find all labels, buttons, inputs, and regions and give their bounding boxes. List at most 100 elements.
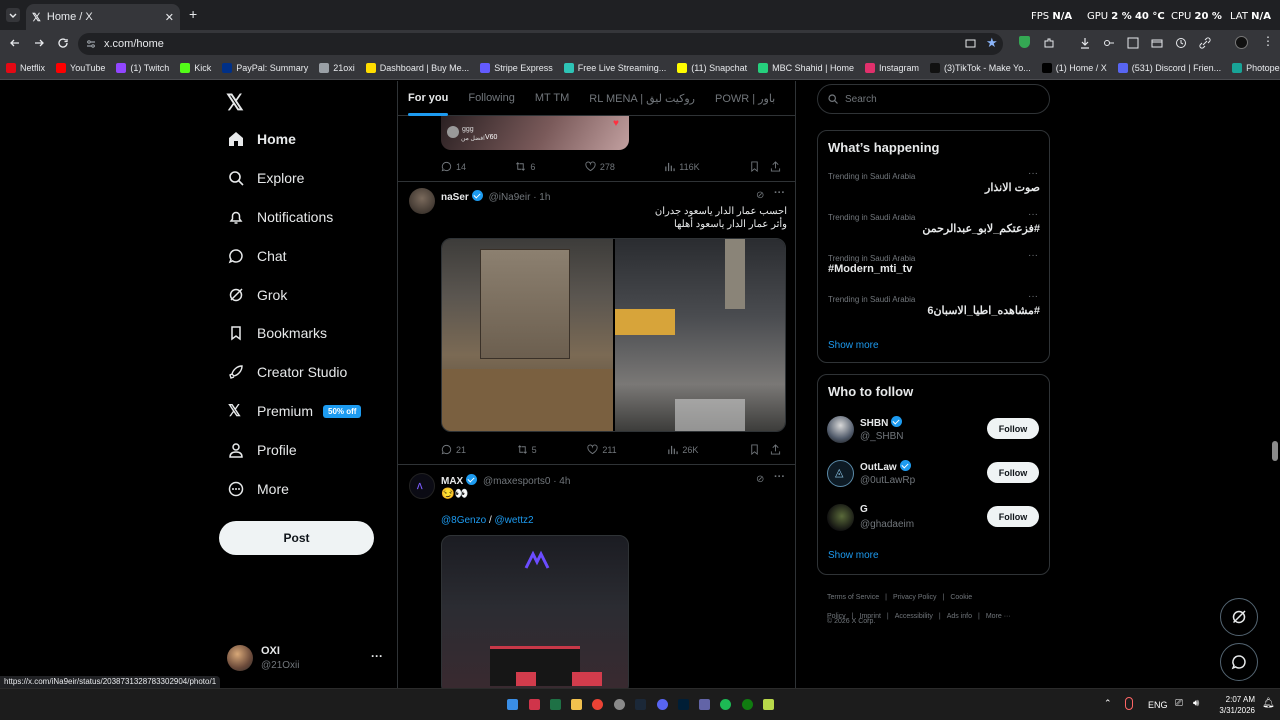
tray-chevron-icon[interactable]: ⌃ bbox=[1104, 698, 1112, 709]
xbox-icon[interactable] bbox=[742, 699, 753, 710]
tab-search-button[interactable] bbox=[6, 8, 20, 22]
post-image-left[interactable] bbox=[442, 239, 613, 431]
bookmark-star-icon[interactable]: ★ bbox=[986, 35, 998, 51]
nav-premium[interactable]: 𝕏 Premium 50% off bbox=[228, 399, 362, 423]
reload-icon[interactable] bbox=[57, 37, 69, 49]
nav-creator-studio[interactable]: Creator Studio bbox=[228, 360, 347, 384]
post-image-right[interactable] bbox=[615, 239, 785, 431]
account-switcher[interactable]: OXI @21Oxii ··· bbox=[227, 645, 389, 673]
bookmark-item[interactable]: YouTube bbox=[56, 62, 105, 73]
more-dots-icon[interactable]: ··· bbox=[371, 649, 383, 663]
grok-icon[interactable]: ⊘ bbox=[756, 190, 764, 201]
new-tab-icon[interactable]: + bbox=[189, 6, 197, 22]
app-icon[interactable] bbox=[529, 699, 540, 710]
post-author-handle[interactable]: @iNa9eir bbox=[489, 192, 531, 203]
photoshop-icon[interactable] bbox=[678, 699, 689, 710]
footer-link[interactable]: Terms of Service bbox=[827, 594, 879, 601]
like-button[interactable]: 278 bbox=[585, 161, 615, 172]
like-button[interactable]: 211 bbox=[587, 444, 617, 455]
url-bar[interactable]: x.com/home bbox=[78, 33, 1003, 55]
nav-explore[interactable]: Explore bbox=[228, 166, 304, 190]
views-button[interactable]: 116K bbox=[664, 161, 700, 172]
tab-esports[interactable]: Espor bbox=[785, 81, 795, 116]
post-time[interactable]: · 4h bbox=[553, 476, 570, 487]
follow-button[interactable]: Follow bbox=[987, 462, 1039, 483]
key-icon[interactable] bbox=[1103, 37, 1115, 49]
clock[interactable]: 2:07 AM 3/31/2026 bbox=[1205, 694, 1255, 716]
follow-suggestion[interactable]: SHBN @_SHBN bbox=[827, 414, 987, 444]
app-icon[interactable] bbox=[699, 699, 710, 710]
mention-link[interactable]: @8Genzo bbox=[441, 515, 486, 526]
payment-icon[interactable] bbox=[1151, 37, 1163, 49]
app-icon[interactable] bbox=[763, 699, 774, 710]
install-app-icon[interactable] bbox=[965, 38, 976, 49]
more-dots-icon[interactable]: ··· bbox=[1028, 168, 1038, 179]
nav-home[interactable]: Home bbox=[228, 127, 296, 151]
trend-item[interactable]: Trending in Saudi Arabia ··· #مشاهده_اطي… bbox=[828, 291, 1040, 317]
trend-item[interactable]: Trending in Saudi Arabia ··· صوت الانذار bbox=[828, 168, 1040, 194]
footer-link[interactable]: Accessibility bbox=[895, 613, 933, 620]
bookmark-icon[interactable] bbox=[749, 161, 760, 172]
trend-item[interactable]: Trending in Saudi Arabia ··· #Modern_mti… bbox=[828, 250, 1040, 275]
avatar[interactable] bbox=[409, 188, 435, 214]
tab-mt[interactable]: MT TM bbox=[525, 81, 579, 116]
nav-chat[interactable]: Chat bbox=[228, 244, 287, 268]
start-icon[interactable] bbox=[507, 699, 518, 710]
bookmark-item[interactable]: Free Live Streaming... bbox=[563, 62, 666, 73]
messages-fab[interactable] bbox=[1220, 643, 1258, 681]
history-icon[interactable] bbox=[1175, 37, 1187, 49]
bookmark-item[interactable]: (3)TikTok - Make Yo... bbox=[930, 62, 1031, 73]
post-author-handle[interactable]: @maxesports0 bbox=[483, 476, 550, 487]
download-icon[interactable] bbox=[1079, 37, 1091, 49]
page-scrollbar-thumb[interactable] bbox=[1272, 441, 1278, 461]
bookmark-item[interactable]: (11) Snapchat bbox=[677, 62, 747, 73]
post-author-name[interactable]: MAX bbox=[441, 476, 463, 487]
bookmark-item[interactable]: Kick bbox=[180, 62, 211, 73]
repost-button[interactable]: 6 bbox=[515, 161, 535, 172]
search-input[interactable]: Search bbox=[845, 94, 877, 105]
notifications-icon[interactable]: 🔔︎ bbox=[1262, 698, 1275, 709]
volume-icon[interactable]: 🔊︎ bbox=[1193, 698, 1199, 709]
language-indicator[interactable]: ENG bbox=[1148, 700, 1168, 710]
more-dots-icon[interactable]: ··· bbox=[774, 471, 785, 483]
follow-suggestion[interactable]: G @ghadaeim bbox=[827, 502, 987, 532]
bookmark-item[interactable]: Netflix bbox=[6, 62, 45, 73]
post-author-name[interactable]: naSer bbox=[441, 192, 469, 203]
tab-rl-mena[interactable]: RL MENA | روكيت ليق bbox=[579, 81, 705, 116]
avatar[interactable]: ᐱ bbox=[409, 473, 435, 499]
discord-icon[interactable] bbox=[657, 699, 668, 710]
grok-icon[interactable]: ⊘ bbox=[756, 474, 764, 485]
footer-link[interactable]: Ads info bbox=[947, 613, 972, 620]
post-time[interactable]: · 1h bbox=[533, 192, 550, 203]
microphone-icon[interactable] bbox=[1125, 697, 1133, 710]
footer-link[interactable]: Privacy Policy bbox=[893, 594, 937, 601]
follow-suggestion[interactable]: ◬ OutLaw @0utLawRp bbox=[827, 458, 987, 488]
x-logo-icon[interactable]: 𝕏 bbox=[226, 90, 244, 116]
bookmark-item[interactable]: Photopea | Online P... bbox=[1232, 62, 1280, 73]
extensions-icon[interactable] bbox=[1043, 37, 1055, 49]
post-button[interactable]: Post bbox=[219, 521, 374, 555]
footer-link[interactable]: More ··· bbox=[986, 613, 1011, 620]
bookmark-item[interactable]: (1) Home / X bbox=[1041, 62, 1107, 73]
more-dots-icon[interactable]: ··· bbox=[774, 187, 785, 199]
file-explorer-icon[interactable] bbox=[571, 699, 582, 710]
trend-item[interactable]: Trending in Saudi Arabia ··· #فزعتكم_لاب… bbox=[828, 209, 1040, 235]
excel-icon[interactable] bbox=[550, 699, 561, 710]
bookmark-item[interactable]: MBC Shahid | Home bbox=[758, 62, 854, 73]
bookmark-item[interactable]: Dashboard | Buy Me... bbox=[365, 62, 469, 73]
show-more-link[interactable]: Show more bbox=[828, 340, 879, 351]
post-image[interactable] bbox=[441, 535, 629, 688]
repost-button[interactable]: 5 bbox=[517, 444, 537, 455]
app-icon[interactable] bbox=[614, 699, 625, 710]
reply-button[interactable]: 14 bbox=[441, 161, 466, 172]
more-dots-icon[interactable]: ··· bbox=[1028, 291, 1038, 302]
grok-fab[interactable] bbox=[1220, 598, 1258, 636]
nav-grok[interactable]: Grok bbox=[228, 283, 287, 307]
spotify-icon[interactable] bbox=[720, 699, 731, 710]
search-box[interactable]: Search bbox=[817, 84, 1050, 114]
kebab-menu-icon[interactable]: ⋮ bbox=[1262, 34, 1274, 48]
tab-for-you[interactable]: For you bbox=[398, 81, 458, 116]
profile-avatar-icon[interactable] bbox=[1235, 36, 1248, 49]
translate-icon[interactable] bbox=[1127, 37, 1139, 49]
back-icon[interactable] bbox=[9, 37, 21, 49]
